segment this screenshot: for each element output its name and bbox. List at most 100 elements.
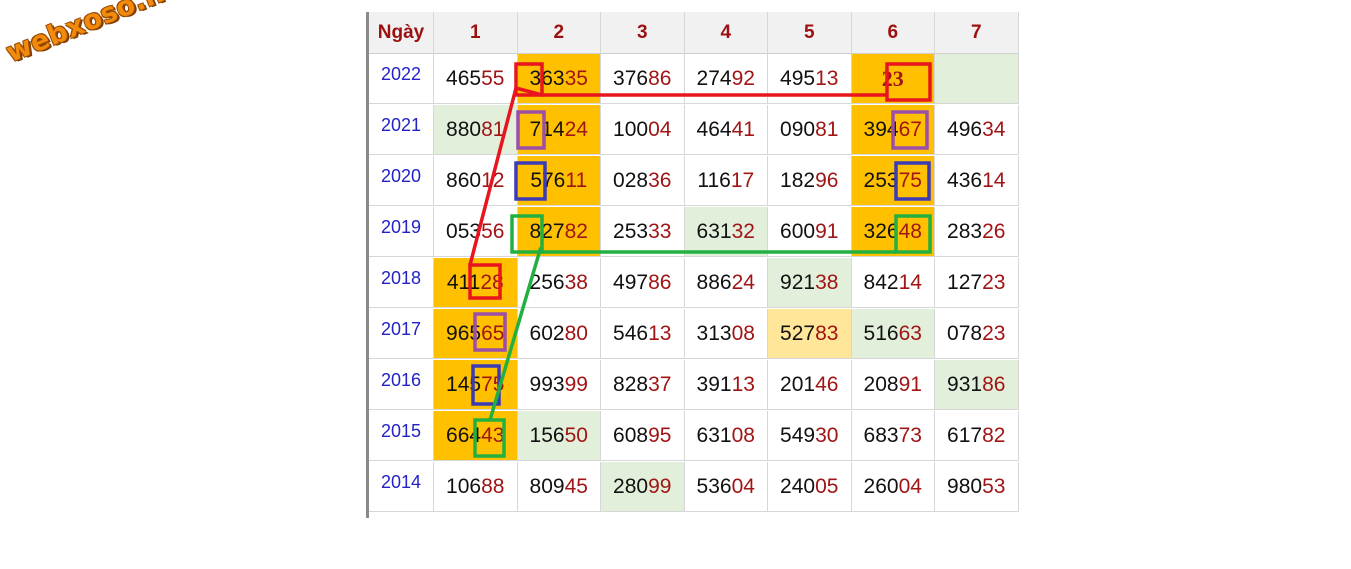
result-cell: 363 35: [517, 54, 601, 104]
result-head-digits: 436: [947, 168, 983, 192]
result-cell: 465 55: [434, 54, 518, 104]
result-tail-digits: 36: [648, 168, 672, 192]
result-cell: 809 45: [517, 462, 601, 512]
result-tail-digits: 05: [815, 474, 839, 498]
result-head-digits: 664: [446, 423, 482, 447]
result-tail-digits: 28: [480, 270, 504, 294]
result-head-digits: 253: [613, 219, 649, 243]
result-tail-digits: 81: [481, 117, 505, 141]
result-cell: 617 82: [935, 411, 1019, 461]
year-label: 2017: [369, 309, 434, 359]
result-cell: 313 08: [684, 309, 768, 359]
table-row: 2020 860 12 576 11 028 36 116 17 182 96 253 75 436 14: [369, 156, 1019, 207]
result-cell: 714 24: [517, 105, 601, 155]
result-tail-digits: 24: [731, 270, 755, 294]
result-head-digits: 527: [780, 321, 816, 345]
result-tail-digits: 13: [815, 66, 839, 90]
result-tail-digits: 37: [648, 372, 672, 396]
result-head-digits: 313: [696, 321, 732, 345]
result-head-digits: 127: [947, 270, 983, 294]
result-tail-digits: 08: [731, 423, 755, 447]
result-head-digits: 240: [780, 474, 816, 498]
result-cell: 145 75: [434, 360, 518, 410]
header-month-2: 2: [517, 12, 601, 54]
result-cell: 274 92: [684, 54, 768, 104]
result-tail-digits: 24: [564, 117, 588, 141]
result-tail-digits: 83: [815, 321, 839, 345]
result-head-digits: 516: [863, 321, 899, 345]
result-cell: 860 12: [434, 156, 518, 206]
result-head-digits: 828: [613, 372, 649, 396]
result-cell: 993 99: [517, 360, 601, 410]
result-cell: 664 43: [434, 411, 518, 461]
result-cell: 253 33: [601, 207, 685, 257]
result-tail-digits: 35: [564, 66, 588, 90]
result-tail-digits: 96: [815, 168, 839, 192]
result-cell: 496 34: [935, 105, 1019, 155]
result-tail-digits: 65: [481, 321, 505, 345]
result-cell: 536 04: [684, 462, 768, 512]
result-head-digits: 980: [947, 474, 983, 498]
result-tail-digits: 63: [898, 321, 922, 345]
result-head-digits: 880: [446, 117, 482, 141]
result-tail-digits: 86: [648, 270, 672, 294]
result-head-digits: 714: [529, 117, 565, 141]
header-month-5: 5: [768, 12, 852, 54]
result-head-digits: 576: [530, 168, 566, 192]
result-tail-digits: 43: [481, 423, 505, 447]
header-day: Ngày: [369, 12, 434, 54]
result-tail-digits: 45: [564, 474, 588, 498]
result-cell: 886 24: [684, 258, 768, 308]
result-tail-digits: 11: [565, 168, 588, 192]
result-cell: 516 63: [851, 309, 935, 359]
result-head-digits: 182: [780, 168, 816, 192]
result-head-digits: 280: [613, 474, 649, 498]
result-tail-digits: 82: [564, 219, 588, 243]
result-head-digits: 208: [863, 372, 899, 396]
result-tail-digits: 23: [881, 65, 904, 91]
result-tail-digits: 48: [898, 219, 922, 243]
year-label: 2016: [369, 360, 434, 410]
result-tail-digits: 99: [648, 474, 672, 498]
result-tail-digits: 38: [815, 270, 839, 294]
result-cell: 842 14: [851, 258, 935, 308]
result-tail-digits: 92: [731, 66, 755, 90]
result-tail-digits: 04: [731, 474, 755, 498]
result-head-digits: 809: [529, 474, 565, 498]
result-cell: 053 56: [434, 207, 518, 257]
result-tail-digits: 80: [564, 321, 588, 345]
result-cell: 600 91: [768, 207, 852, 257]
year-label: 2022: [369, 54, 434, 104]
result-tail-digits: 38: [564, 270, 588, 294]
result-tail-digits: 91: [898, 372, 922, 396]
result-cell: 880 81: [434, 105, 518, 155]
result-head-digits: 363: [529, 66, 565, 90]
result-head-digits: 842: [863, 270, 899, 294]
result-head-digits: 617: [947, 423, 983, 447]
result-head-digits: 600: [780, 219, 816, 243]
year-label: 2021: [369, 105, 434, 155]
result-head-digits: 326: [863, 219, 899, 243]
result-head-digits: 394: [863, 117, 899, 141]
result-head-digits: 391: [696, 372, 732, 396]
result-head-digits: 464: [696, 117, 732, 141]
header-month-3: 3: [601, 12, 685, 54]
result-tail-digits: 04: [898, 474, 922, 498]
result-head-digits: 860: [446, 168, 482, 192]
result-head-digits: 028: [613, 168, 649, 192]
result-cell: 411 28: [434, 258, 518, 308]
table-row: 2022 465 55 363 35 376 86 274 92 495 13 23: [369, 54, 1019, 105]
result-head-digits: 078: [947, 321, 983, 345]
result-head-digits: 116: [697, 168, 731, 192]
result-tail-digits: 67: [898, 117, 922, 141]
result-head-digits: 256: [529, 270, 565, 294]
result-tail-digits: 82: [982, 423, 1006, 447]
result-head-digits: 053: [446, 219, 482, 243]
result-tail-digits: 73: [898, 423, 922, 447]
result-head-digits: 497: [613, 270, 649, 294]
result-head-digits: 631: [696, 219, 732, 243]
result-cell: 100 04: [601, 105, 685, 155]
header-month-6: 6: [851, 12, 935, 54]
result-tail-digits: 75: [898, 168, 922, 192]
result-head-digits: 886: [696, 270, 732, 294]
